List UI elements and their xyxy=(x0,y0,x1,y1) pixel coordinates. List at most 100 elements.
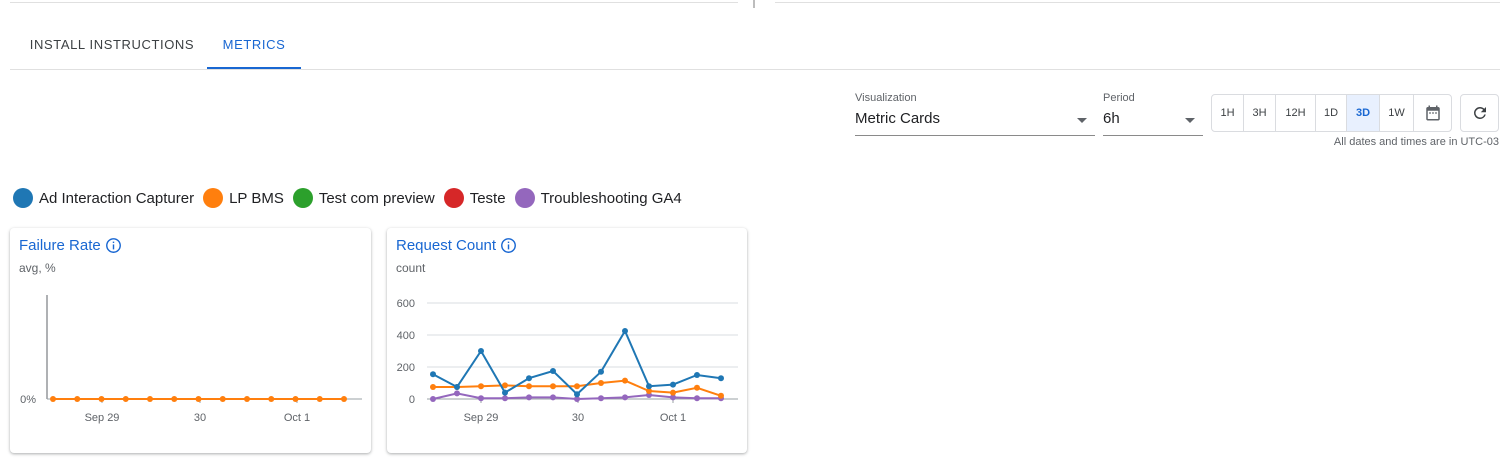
card-subtitle: count xyxy=(396,261,426,275)
range-12h-button[interactable]: 12H xyxy=(1276,95,1316,131)
card-title[interactable]: Failure Rate xyxy=(19,237,122,254)
data-point xyxy=(478,348,484,354)
x-tick-label: Oct 1 xyxy=(660,412,686,424)
legend-swatch xyxy=(292,188,313,208)
top-divider xyxy=(0,0,1512,10)
data-point xyxy=(171,396,178,402)
data-point xyxy=(502,389,508,396)
data-point xyxy=(694,395,700,402)
legend-item-teste[interactable]: Teste xyxy=(443,188,506,208)
time-range-group: 1H 3H 12H 1D 3D 1W xyxy=(1211,94,1452,132)
metric-card-failure-rate: 0% Sep 29 30 Oct 1 Failure Rate avg, % xyxy=(10,228,371,453)
data-point xyxy=(147,396,153,402)
y-tick-label: 0% xyxy=(20,394,36,406)
legend-label: Test com preview xyxy=(318,189,435,207)
tab-install-instructions[interactable]: INSTALL INSTRUCTIONS xyxy=(17,20,207,69)
range-1h-button[interactable]: 1H xyxy=(1212,95,1244,131)
data-point xyxy=(598,395,604,402)
range-3d-button[interactable]: 3D xyxy=(1347,95,1380,131)
data-point xyxy=(718,392,724,399)
legend-label: LP BMS xyxy=(229,189,284,207)
info-icon[interactable] xyxy=(500,237,517,254)
card-title[interactable]: Request Count xyxy=(396,237,517,254)
data-point xyxy=(454,390,460,397)
dropdown-arrow-icon xyxy=(1185,118,1195,123)
data-point xyxy=(74,396,81,402)
refresh-button[interactable] xyxy=(1460,94,1499,132)
x-tick-label: 30 xyxy=(194,412,206,424)
data-point xyxy=(430,396,436,402)
range-3h-button[interactable]: 3H xyxy=(1244,95,1276,131)
data-point xyxy=(550,383,556,390)
data-point xyxy=(718,375,724,382)
legend-item-test-com-preview[interactable]: Test com preview xyxy=(292,188,435,208)
data-point xyxy=(526,383,532,390)
period-label: Period xyxy=(1103,92,1135,104)
tab-bar: INSTALL INSTRUCTIONS METRICS xyxy=(10,20,1500,70)
data-point xyxy=(694,384,700,391)
dropdown-arrow-icon xyxy=(1077,118,1087,123)
legend-swatch xyxy=(443,188,464,208)
legend-swatch xyxy=(514,188,535,208)
data-point xyxy=(454,384,460,390)
data-point xyxy=(646,383,652,390)
data-point xyxy=(268,396,275,402)
data-point xyxy=(526,375,532,382)
data-point xyxy=(219,396,226,402)
data-point xyxy=(98,396,105,402)
card-subtitle: avg, % xyxy=(19,261,56,275)
legend-item-ad-interaction-capturer[interactable]: Ad Interaction Capturer xyxy=(13,188,194,208)
tab-metrics[interactable]: METRICS xyxy=(207,20,301,69)
timezone-note: All dates and times are in UTC-03 xyxy=(1333,136,1499,148)
data-point xyxy=(622,394,628,401)
data-point xyxy=(244,396,250,402)
legend-label: Ad Interaction Capturer xyxy=(39,189,195,207)
x-tick-label: Sep 29 xyxy=(464,412,499,424)
data-point xyxy=(50,396,56,402)
visualization-select[interactable]: Visualization Metric Cards xyxy=(855,92,1095,136)
data-point xyxy=(430,371,436,378)
visualization-value[interactable]: Metric Cards xyxy=(855,110,1095,136)
y-tick-label: 0 xyxy=(409,394,415,406)
data-point xyxy=(195,396,202,402)
data-point xyxy=(430,384,436,390)
x-tick-label: 30 xyxy=(572,412,584,424)
x-tick-label: Oct 1 xyxy=(284,412,310,424)
info-icon[interactable] xyxy=(105,237,122,254)
period-select[interactable]: Period 6h xyxy=(1103,92,1203,136)
visualization-label: Visualization xyxy=(855,92,917,104)
data-point xyxy=(550,394,556,401)
legend-label: Teste xyxy=(469,189,506,207)
data-point xyxy=(122,396,129,402)
drag-handle-icon[interactable] xyxy=(753,0,755,8)
data-point xyxy=(598,368,604,375)
legend-item-troubleshooting-ga4[interactable]: Troubleshooting GA4 xyxy=(514,188,682,208)
data-point xyxy=(670,381,676,388)
data-point xyxy=(478,383,484,390)
data-point xyxy=(526,394,532,401)
y-tick-label: 400 xyxy=(397,330,415,342)
data-point xyxy=(341,396,347,402)
y-tick-label: 200 xyxy=(397,362,415,374)
failure-rate-chart: 0% Sep 29 30 Oct 1 xyxy=(20,295,362,424)
data-point xyxy=(478,395,484,402)
data-point xyxy=(622,328,628,334)
data-point xyxy=(292,396,299,402)
refresh-icon xyxy=(1473,106,1486,119)
data-point xyxy=(502,395,508,402)
data-point xyxy=(574,383,580,390)
data-point xyxy=(598,380,604,386)
range-1d-button[interactable]: 1D xyxy=(1316,95,1347,131)
data-point xyxy=(622,377,628,384)
x-tick-label: Sep 29 xyxy=(85,412,120,424)
chart-legend: Ad Interaction Capturer LP BMS Test com … xyxy=(13,187,691,209)
y-tick-label: 600 xyxy=(397,298,415,310)
range-1w-button[interactable]: 1W xyxy=(1380,95,1414,131)
legend-label: Troubleshooting GA4 xyxy=(540,189,682,207)
period-value[interactable]: 6h xyxy=(1103,110,1203,136)
calendar-button[interactable] xyxy=(1414,95,1451,131)
data-point xyxy=(550,368,556,374)
legend-item-lp-bms[interactable]: LP BMS xyxy=(203,188,284,208)
data-point xyxy=(670,389,676,396)
metric-card-request-count: 0 200 400 600 Sep 29 30 Oct 1 Request Count co… xyxy=(387,228,747,453)
